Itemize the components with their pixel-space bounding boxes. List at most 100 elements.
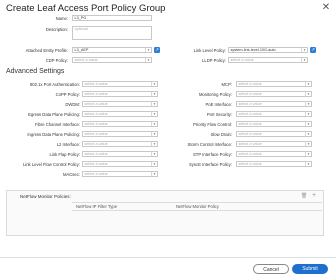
link-level-flow-control-policy-label: Link Level Flow Control Policy: [22, 162, 80, 167]
slow-drain-select[interactable]: select a value ▾ [236, 131, 312, 137]
submit-button[interactable]: Submit [292, 264, 328, 274]
macsec-label: MACsec: [63, 172, 80, 177]
chevron-down-icon: ▾ [305, 82, 311, 86]
mcp-value: select a value [238, 82, 262, 86]
slow-drain-label: Slow Drain: [210, 132, 232, 137]
chevron-down-icon: ▾ [305, 142, 311, 146]
mcp-label: MCP: [221, 82, 232, 87]
description-label: Description: [45, 27, 68, 32]
cdp-policy-value: select a value [74, 58, 98, 62]
stp-interface-policy-select[interactable]: select a value ▾ [236, 151, 312, 157]
monitoring-policy-label: Monitoring Policy: [198, 92, 232, 97]
chevron-down-icon: ▾ [301, 48, 307, 52]
egress-data-plane-policing-value: select a value [84, 112, 108, 116]
synce-interface-policy-label: SyncE Interface Policy: [188, 162, 232, 167]
dwdm-select[interactable]: select a value ▾ [82, 101, 158, 107]
chevron-down-icon: ▾ [151, 102, 157, 106]
8021x-port-authentication-label: 802.1x Port Authentication: [29, 82, 80, 87]
chevron-down-icon: ▾ [145, 58, 151, 62]
cancel-button[interactable]: Cancel [253, 264, 289, 274]
fibre-channel-interface-value: select a value [84, 122, 108, 126]
link-flap-policy-select[interactable]: select a value ▾ [82, 151, 158, 157]
netflow-monitor-policies-label: NetFlow Monitor Policies: [20, 194, 71, 199]
ingress-data-plane-policing-label: Ingress Data Plane Policing: [27, 132, 80, 137]
netflow-col-filter-type: NetFlow IP Filter Type [76, 204, 118, 209]
port-security-select[interactable]: select a value ▾ [236, 111, 312, 117]
macsec-value: select a value [84, 172, 108, 176]
link-level-policy-select[interactable]: system-link-level-10G-auto ▾ [228, 47, 308, 53]
ingress-data-plane-policing-select[interactable]: select a value ▾ [82, 131, 158, 137]
chevron-down-icon: ▾ [151, 172, 157, 176]
stp-interface-policy-value: select a value [238, 152, 262, 156]
dwdm-label: DWDM: [65, 102, 80, 107]
poe-interface-select[interactable]: select a value ▾ [236, 101, 312, 107]
link-level-flow-control-policy-select[interactable]: select a value ▾ [82, 161, 158, 167]
chevron-down-icon: ▾ [305, 152, 311, 156]
synce-interface-policy-select[interactable]: select a value ▾ [236, 161, 312, 167]
chevron-down-icon: ▾ [151, 82, 157, 86]
netflow-table-divider [72, 202, 322, 203]
chevron-down-icon: ▾ [151, 132, 157, 136]
macsec-select[interactable]: select a value ▾ [82, 171, 158, 177]
link-level-policy-value: system-link-level-10G-auto [230, 48, 276, 52]
footer-divider [0, 257, 336, 258]
chevron-down-icon: ▾ [145, 48, 151, 52]
description-input[interactable]: optional [72, 26, 152, 40]
priority-flow-control-select[interactable]: select a value ▾ [236, 121, 312, 127]
chevron-down-icon: ▾ [305, 162, 311, 166]
copp-policy-value: select a value [84, 92, 108, 96]
link-level-policy-label: Link Level Policy: [193, 48, 226, 53]
lldp-policy-value: select a value [230, 58, 254, 62]
name-input[interactable]: L3_PG [72, 15, 152, 21]
cdp-policy-label: CDP Policy: [45, 58, 68, 63]
chevron-down-icon: ▾ [305, 132, 311, 136]
chevron-down-icon: ▾ [151, 152, 157, 156]
netflow-col-monitor-policy: NetFlow Monitor Policy [176, 204, 219, 209]
storm-control-interface-select[interactable]: select a value ▾ [236, 141, 312, 147]
open-link-icon[interactable]: ↗ [310, 47, 316, 53]
delete-icon[interactable]: 🗑 [301, 193, 307, 199]
dialog-title: Create Leaf Access Port Policy Group [6, 3, 166, 14]
stp-interface-policy-label: STP Interface Policy: [192, 152, 232, 157]
attached-entity-profile-label: Attached Entity Profile: [25, 48, 68, 53]
attached-entity-profile-value: L3_AEP [74, 48, 89, 52]
fibre-channel-interface-label: Fibre Channel Interface: [35, 122, 80, 127]
l2-interface-label: L2 Interface: [56, 142, 80, 147]
fibre-channel-interface-select[interactable]: select a value ▾ [82, 121, 158, 127]
monitoring-policy-select[interactable]: select a value ▾ [236, 91, 312, 97]
l2-interface-select[interactable]: select a value ▾ [82, 141, 158, 147]
monitoring-policy-value: select a value [238, 92, 262, 96]
poe-interface-label: PoE Interface: [205, 102, 232, 107]
chevron-down-icon: ▾ [151, 112, 157, 116]
chevron-down-icon: ▾ [305, 92, 311, 96]
poe-interface-value: select a value [238, 102, 262, 106]
copp-policy-select[interactable]: select a value ▾ [82, 91, 158, 97]
open-link-icon[interactable]: ↗ [154, 47, 160, 53]
add-icon[interactable]: + [312, 192, 316, 199]
storm-control-interface-value: select a value [238, 142, 262, 146]
l2-interface-value: select a value [84, 142, 108, 146]
slow-drain-value: select a value [238, 132, 262, 136]
priority-flow-control-label: Priority Flow Control: [193, 122, 232, 127]
storm-control-interface-label: Storm Control Interface: [187, 142, 232, 147]
mcp-select[interactable]: select a value ▾ [236, 81, 312, 87]
egress-data-plane-policing-label: Egress Data Plane Policing: [28, 112, 80, 117]
advanced-settings-title: Advanced Settings [6, 68, 65, 75]
chevron-down-icon: ▾ [151, 92, 157, 96]
ingress-data-plane-policing-value: select a value [84, 132, 108, 136]
cdp-policy-select[interactable]: select a value ▾ [72, 57, 152, 63]
close-icon[interactable]: ✕ [321, 3, 331, 13]
8021x-port-authentication-select[interactable]: select a value ▾ [82, 81, 158, 87]
chevron-down-icon: ▾ [151, 142, 157, 146]
8021x-port-authentication-value: select a value [84, 82, 108, 86]
synce-interface-policy-value: select a value [238, 162, 262, 166]
chevron-down-icon: ▾ [305, 102, 311, 106]
attached-entity-profile-select[interactable]: L3_AEP ▾ [72, 47, 152, 53]
netflow-table-header-line [72, 210, 322, 211]
chevron-down-icon: ▾ [305, 112, 311, 116]
chevron-down-icon: ▾ [301, 58, 307, 62]
copp-policy-label: CoPP Policy: [55, 92, 80, 97]
lldp-policy-select[interactable]: select a value ▾ [228, 57, 308, 63]
link-level-flow-control-policy-value: select a value [84, 162, 108, 166]
egress-data-plane-policing-select[interactable]: select a value ▾ [82, 111, 158, 117]
